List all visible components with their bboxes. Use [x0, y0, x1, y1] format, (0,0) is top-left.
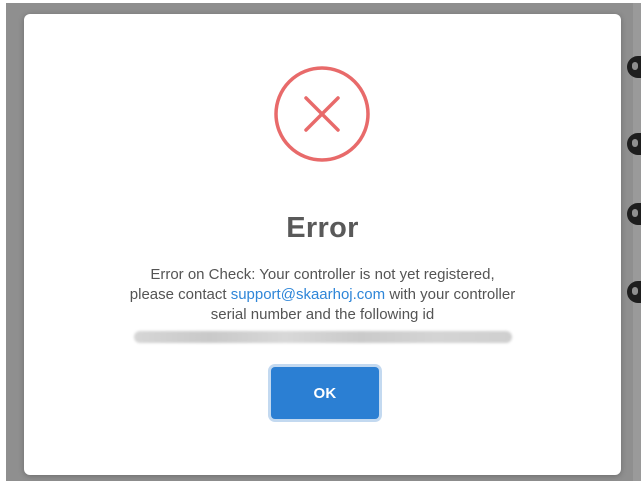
- message-line-3: serial number and the following id: [210, 306, 435, 323]
- dialog-title: Error: [286, 212, 359, 244]
- window-top-edge: [0, 0, 641, 3]
- support-email-link[interactable]: support@skaarhoj.com: [231, 286, 385, 303]
- dialog-message: Error on Check: Your controller is not y…: [44, 265, 601, 345]
- error-circle-x-icon: [274, 66, 370, 162]
- window-edge: [0, 0, 6, 481]
- message-line-2: please contact support@skaarhoj.com with…: [44, 285, 601, 305]
- controller-id: [44, 325, 601, 345]
- message-line-2-suffix: with your controller: [385, 286, 516, 303]
- message-line-1: Error on Check: Your controller is not y…: [150, 266, 495, 283]
- redacted-controller-id: [133, 331, 512, 344]
- message-line-2-prefix: please contact: [129, 286, 231, 303]
- error-dialog: Error Error on Check: Your controller is…: [24, 14, 621, 475]
- ok-button[interactable]: OK: [271, 367, 379, 419]
